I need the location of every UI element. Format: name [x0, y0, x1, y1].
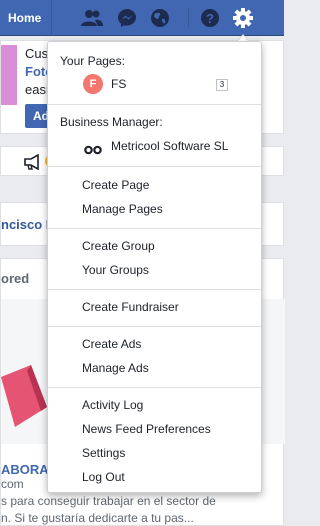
menu-item-activity-log[interactable]: Activity Log	[82, 398, 143, 412]
menu-item-manage-ads[interactable]: Manage Ads	[82, 361, 149, 375]
notifications-globe-icon[interactable]	[148, 6, 172, 30]
ad-product-graphic	[1, 365, 47, 427]
business-account-link[interactable]: Metricool Software SL	[111, 139, 228, 153]
menu-item-create-group[interactable]: Create Group	[82, 239, 155, 253]
menu-item-manage-pages[interactable]: Manage Pages	[82, 202, 163, 216]
menu-item-news-feed-preferences[interactable]: News Feed Preferences	[82, 422, 211, 436]
ad-title-fragment[interactable]: ABORA	[1, 462, 49, 477]
page-link-fs[interactable]: FS	[111, 77, 126, 91]
ad-text-line: n. Si te gustaría dedicarte a tu pas...	[1, 511, 194, 525]
menu-item-log-out[interactable]: Log Out	[82, 470, 125, 484]
svg-text:?: ?	[206, 11, 214, 26]
promo-image	[1, 45, 17, 105]
menu-divider	[48, 289, 261, 290]
promo-line: easi	[25, 82, 49, 97]
business-manager-icon	[84, 142, 102, 160]
topbar-divider	[188, 8, 189, 28]
menu-divider	[48, 326, 261, 327]
ad-domain-fragment: com	[1, 477, 24, 491]
menu-item-settings[interactable]: Settings	[82, 446, 125, 460]
your-pages-heading: Your Pages:	[60, 54, 125, 68]
top-navigation-bar: Home ?	[0, 0, 284, 36]
settings-dropdown-menu: Your Pages: F FS 3 Business Manager: Met…	[47, 41, 262, 493]
promo-line: Cus	[25, 46, 49, 61]
help-icon[interactable]: ?	[198, 6, 222, 30]
sponsored-label: ored	[1, 271, 30, 286]
menu-divider	[48, 166, 261, 167]
menu-divider	[48, 387, 261, 388]
menu-item-create-ads[interactable]: Create Ads	[82, 337, 141, 351]
friend-requests-icon[interactable]	[80, 6, 104, 30]
ad-text-line: s para conseguir trabajar en el sector d…	[1, 494, 216, 508]
messenger-icon[interactable]	[115, 6, 139, 30]
page-notification-badge: 3	[216, 79, 228, 91]
settings-gear-icon[interactable]	[231, 6, 255, 30]
menu-item-create-page[interactable]: Create Page	[82, 178, 149, 192]
megaphone-icon[interactable]	[23, 153, 41, 175]
home-link[interactable]: Home	[8, 0, 53, 36]
menu-divider	[48, 104, 261, 105]
profile-name-fragment[interactable]: ncisco F	[1, 217, 54, 232]
menu-item-your-groups[interactable]: Your Groups	[82, 263, 149, 277]
menu-divider	[48, 228, 261, 229]
page-avatar[interactable]: F	[83, 74, 103, 94]
business-manager-heading: Business Manager:	[60, 115, 163, 129]
menu-item-create-fundraiser[interactable]: Create Fundraiser	[82, 300, 179, 314]
